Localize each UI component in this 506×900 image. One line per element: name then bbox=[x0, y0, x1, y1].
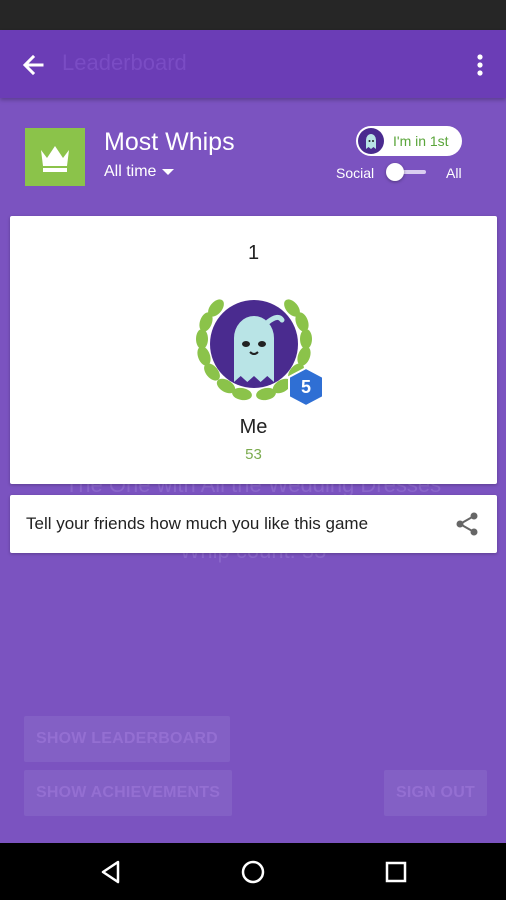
nav-back-icon[interactable] bbox=[96, 857, 126, 887]
time-filter-dropdown[interactable]: All time bbox=[104, 163, 175, 181]
dropdown-caret-icon bbox=[162, 168, 175, 175]
sign-out-button[interactable]: SIGN OUT bbox=[384, 770, 487, 816]
time-filter-label: All time bbox=[104, 163, 157, 180]
status-bar bbox=[0, 0, 506, 30]
share-card[interactable]: Tell your friends how much you like this… bbox=[10, 495, 497, 553]
leaderboard-icon bbox=[25, 128, 85, 186]
rank-badge-label: I'm in 1st bbox=[393, 133, 449, 149]
show-leaderboard-button[interactable]: SHOW LEADERBOARD bbox=[24, 716, 230, 762]
social-all-toggle[interactable]: Social All bbox=[336, 163, 464, 183]
rank-badge[interactable]: I'm in 1st bbox=[356, 126, 462, 156]
nav-home-icon[interactable] bbox=[238, 857, 268, 887]
app-bar-title: Leaderboard bbox=[62, 50, 187, 75]
leaderboard-header: Most Whips All time I'm in 1st Social Al… bbox=[0, 98, 506, 216]
leaderboard-title: Most Whips bbox=[104, 128, 235, 156]
overflow-menu-icon[interactable] bbox=[470, 50, 490, 80]
toggle-label-all: All bbox=[446, 165, 462, 181]
player-avatar: 5 bbox=[188, 286, 324, 408]
share-icon[interactable] bbox=[454, 511, 480, 537]
level-badge-icon: 5 bbox=[288, 366, 324, 408]
level-badge-value: 5 bbox=[301, 377, 311, 397]
player-score: 53 bbox=[245, 446, 262, 463]
crown-icon bbox=[41, 146, 69, 172]
player-name: Me bbox=[239, 416, 268, 438]
toggle-knob[interactable] bbox=[386, 163, 404, 181]
player-mini-avatar bbox=[358, 128, 384, 154]
ghost-mini-icon bbox=[366, 134, 376, 149]
player-rank: 1 bbox=[247, 242, 260, 264]
system-navigation-bar bbox=[0, 843, 506, 900]
back-arrow-icon[interactable] bbox=[18, 50, 50, 80]
app-bar: Leaderboard bbox=[0, 30, 506, 98]
nav-recents-icon[interactable] bbox=[381, 857, 411, 887]
share-text: Tell your friends how much you like this… bbox=[26, 514, 369, 533]
toggle-label-social: Social bbox=[336, 165, 375, 181]
player-score-card[interactable]: 1 5 Me 53 bbox=[10, 216, 497, 484]
show-achievements-button[interactable]: SHOW ACHIEVEMENTS bbox=[24, 770, 233, 816]
